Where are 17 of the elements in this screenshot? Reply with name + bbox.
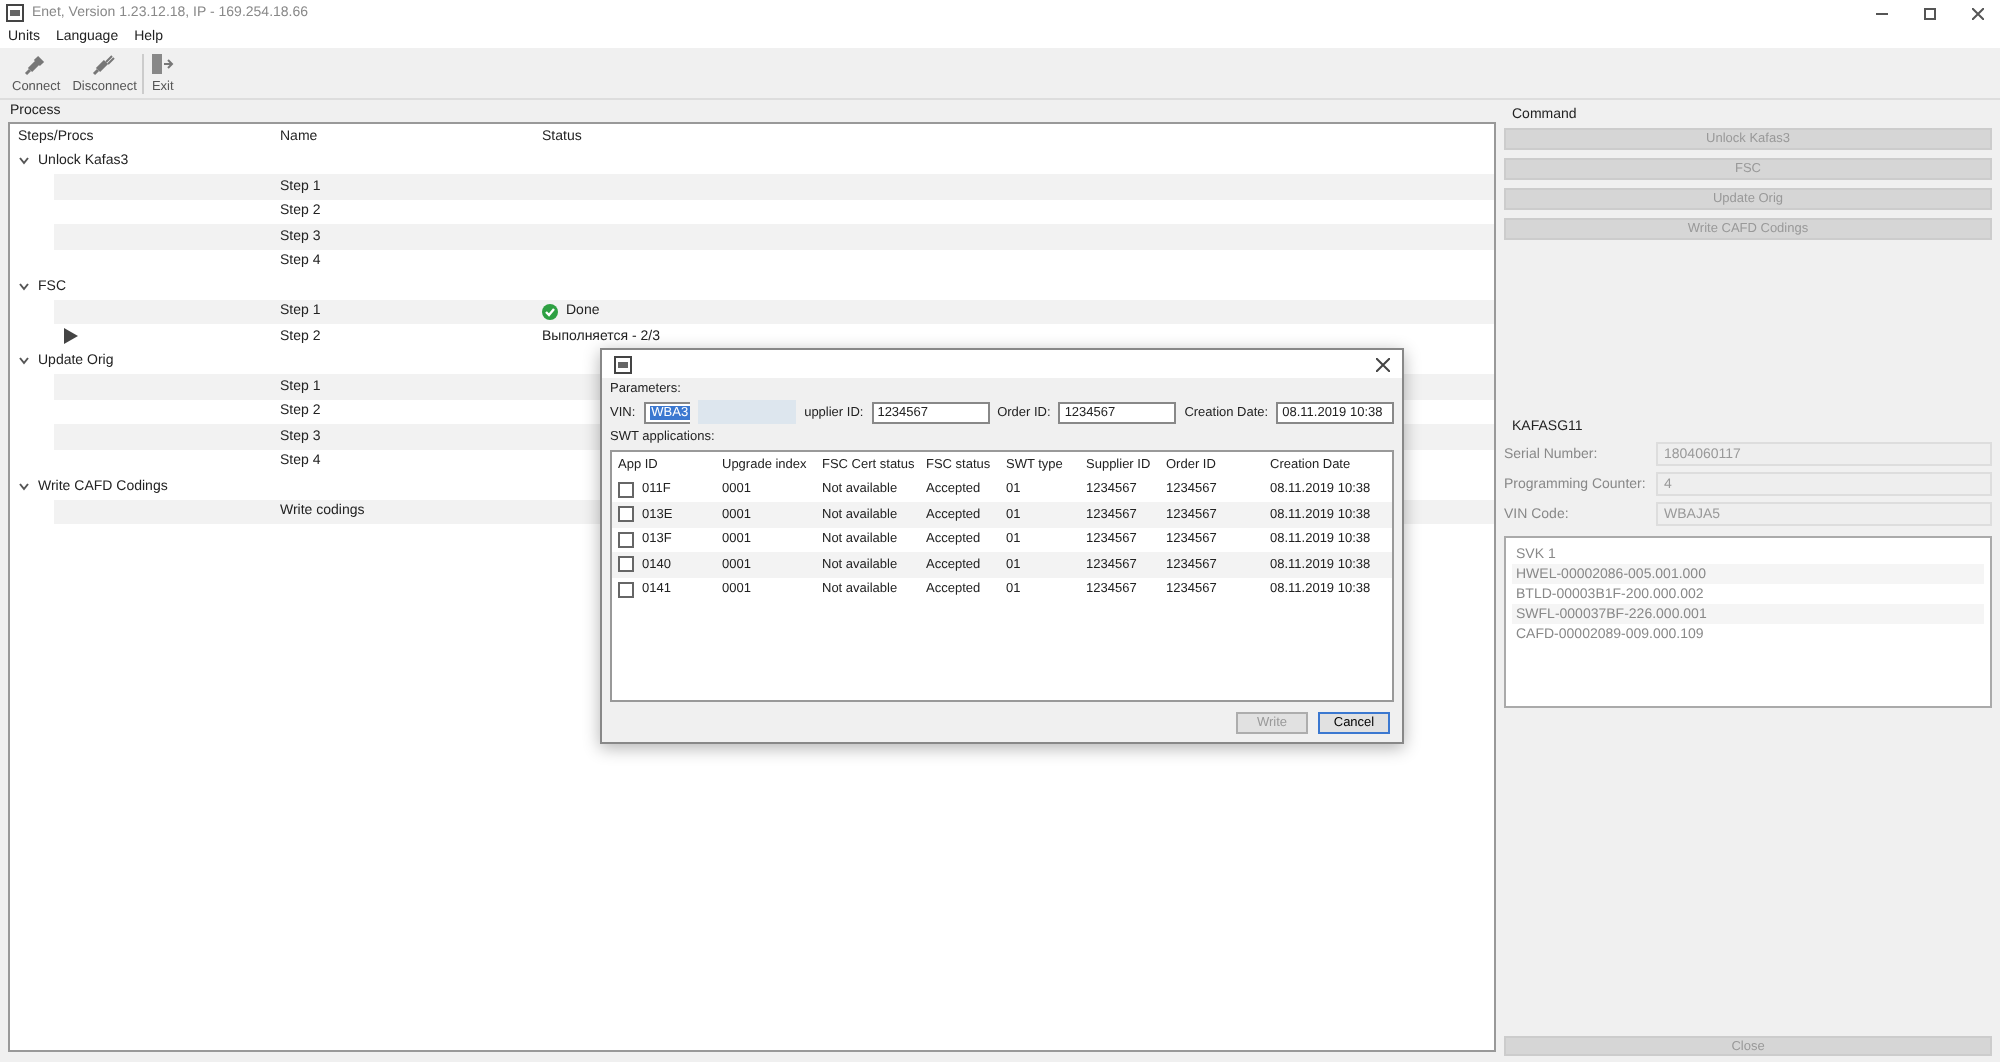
chevron-icon[interactable] <box>18 356 30 367</box>
door-icon <box>150 52 175 76</box>
chevron-icon[interactable] <box>18 481 30 492</box>
chevron-icon[interactable] <box>18 281 30 292</box>
app-icon <box>614 355 632 373</box>
plug-icon <box>92 52 117 76</box>
maximize-icon[interactable] <box>1924 7 1936 19</box>
checkbox[interactable] <box>618 556 634 573</box>
close-icon[interactable] <box>1376 357 1390 371</box>
chevron-icon[interactable] <box>18 156 30 167</box>
checkbox[interactable] <box>618 531 634 548</box>
checkbox[interactable] <box>618 581 634 598</box>
close-icon[interactable] <box>1972 7 1984 19</box>
plug-icon <box>24 52 49 76</box>
checkbox[interactable] <box>618 506 634 523</box>
minimize-icon[interactable] <box>1876 7 1888 19</box>
checkbox[interactable] <box>618 481 634 498</box>
